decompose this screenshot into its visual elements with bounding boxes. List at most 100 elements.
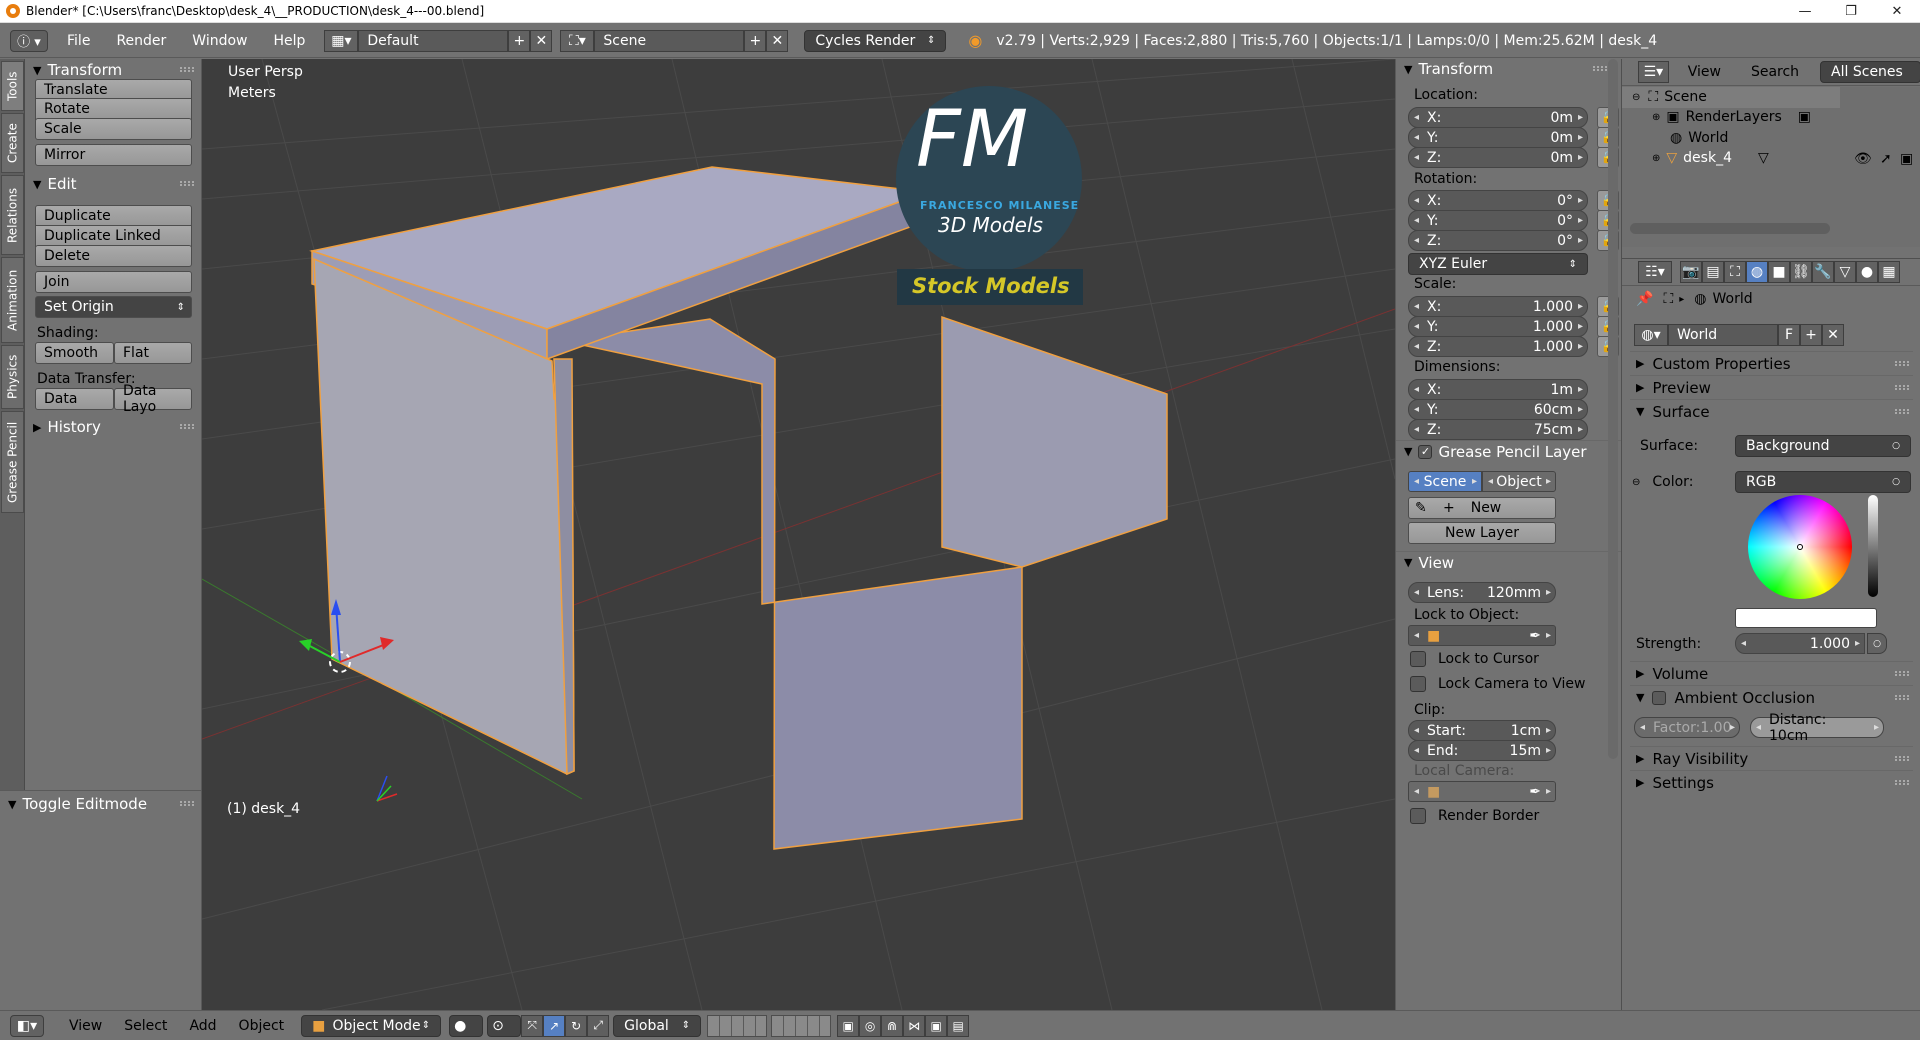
history-panel-header[interactable]: ▶ History xyxy=(25,416,202,438)
toggle-editmode-panel-header[interactable]: ▼ Toggle Editmode xyxy=(0,793,202,815)
add-scene-button[interactable]: + xyxy=(744,29,767,52)
scale-x-field[interactable]: X: 1.000 xyxy=(1408,296,1588,317)
strength-link-button[interactable]: ○ xyxy=(1867,633,1887,654)
lock-layers-button[interactable]: ▣ xyxy=(837,1014,860,1037)
local-camera-field[interactable]: ■✒ xyxy=(1408,781,1556,802)
drag-grip-icon[interactable] xyxy=(1895,409,1909,414)
material-tab-icon[interactable]: ● xyxy=(1856,261,1878,283)
menu-help[interactable]: Help xyxy=(260,33,318,49)
maximize-button[interactable]: ❐ xyxy=(1828,0,1874,23)
settings-panel-header[interactable]: ▶ Settings xyxy=(1630,770,1913,794)
outliner-editor-type-button[interactable]: ☰▾ xyxy=(1638,61,1669,83)
menu-select[interactable]: Select xyxy=(113,1018,178,1034)
properties-editor-type-button[interactable]: ☷▾ xyxy=(1638,261,1672,283)
lock-camera-checkbox[interactable] xyxy=(1410,676,1426,692)
viewport-shading-select[interactable]: ● xyxy=(449,1014,484,1037)
editor-type-3dview-button[interactable]: ◧▾ xyxy=(10,1014,44,1037)
npanel-scrollbar[interactable] xyxy=(1608,59,1618,759)
data-transfer-button[interactable]: Data xyxy=(35,388,114,410)
location-x-field[interactable]: X: 0m xyxy=(1408,107,1588,128)
menu-view[interactable]: View xyxy=(58,1018,113,1034)
menu-window[interactable]: Window xyxy=(179,33,260,49)
layers-block-2[interactable] xyxy=(771,1014,832,1037)
menu-add[interactable]: Add xyxy=(178,1018,227,1034)
eyedropper-icon[interactable]: ✒ xyxy=(1529,784,1541,800)
rotation-x-field[interactable]: X: 0° xyxy=(1408,190,1588,211)
opengl-render-button[interactable]: ▣ xyxy=(925,1014,948,1037)
drag-grip-icon[interactable] xyxy=(180,801,194,806)
eyedropper-icon[interactable]: ✒ xyxy=(1529,628,1541,644)
clip-end-field[interactable]: End: 15m xyxy=(1408,740,1556,761)
gp-checkbox[interactable]: ✓ xyxy=(1418,444,1433,459)
surface-shader-select[interactable]: Background ○ xyxy=(1735,435,1911,457)
new-world-button[interactable]: + xyxy=(1800,324,1822,346)
tab-grease-pencil[interactable]: Grease Pencil xyxy=(1,411,24,513)
dimension-y-field[interactable]: Y: 60cm xyxy=(1408,399,1588,420)
snap-toggle[interactable]: ⋒ xyxy=(881,1014,904,1037)
close-button[interactable]: ✕ xyxy=(1874,0,1920,23)
ao-factor-field[interactable]: Factor:1.00 xyxy=(1634,717,1740,738)
drag-grip-icon[interactable] xyxy=(1895,385,1909,390)
rotate-manipulator-button[interactable]: ↻ xyxy=(565,1014,588,1037)
color-input-select[interactable]: RGB ○ xyxy=(1735,471,1911,493)
dimension-x-field[interactable]: X: 1m xyxy=(1408,379,1588,400)
dimension-z-field[interactable]: Z: 75cm xyxy=(1408,419,1588,440)
outliner-item-renderlayers[interactable]: ⊕ ▣ RenderLayers ▣ xyxy=(1652,109,1811,125)
world-browse-button[interactable]: ◍▾ xyxy=(1634,324,1668,346)
edit-panel-header[interactable]: ▼ Edit xyxy=(25,173,202,195)
proportional-edit-button[interactable]: ◎ xyxy=(859,1014,882,1037)
clip-start-field[interactable]: Start: 1cm xyxy=(1408,720,1556,741)
drag-grip-icon[interactable] xyxy=(1895,361,1909,366)
surface-panel-header[interactable]: ▼ Surface xyxy=(1630,399,1913,423)
smooth-shading-button[interactable]: Smooth xyxy=(35,342,114,364)
texture-tab-icon[interactable]: ▦ xyxy=(1878,261,1900,283)
constraints-tab-icon[interactable]: ⛓ xyxy=(1790,261,1812,283)
rotation-y-field[interactable]: Y: 0° xyxy=(1408,210,1588,231)
screen-layout-menu-button[interactable]: ▦▾ xyxy=(324,29,359,52)
drag-grip-icon[interactable] xyxy=(1895,671,1909,676)
color-wheel-picker[interactable] xyxy=(1797,544,1803,550)
pivot-point-select[interactable]: ⊙ xyxy=(487,1014,522,1037)
data-layout-button[interactable]: Data Layo xyxy=(114,383,192,415)
outliner-scrollbar[interactable] xyxy=(1630,223,1830,234)
scale-z-field[interactable]: Z: 1.000 xyxy=(1408,336,1588,357)
drag-grip-icon[interactable] xyxy=(1895,695,1909,700)
tab-physics[interactable]: Physics xyxy=(1,345,24,409)
location-y-field[interactable]: Y: 0m xyxy=(1408,127,1588,148)
menu-render[interactable]: Render xyxy=(103,33,179,49)
transform-panel-header[interactable]: ▼ Transform xyxy=(25,59,202,81)
renderable-camera-icon[interactable]: ▣ xyxy=(1900,151,1913,167)
drag-grip-icon[interactable] xyxy=(1895,756,1909,761)
drag-grip-icon[interactable] xyxy=(180,181,194,186)
duplicate-linked-button[interactable]: Duplicate Linked xyxy=(35,225,192,247)
transform-panel-header[interactable]: ▼ Transform xyxy=(1396,58,1621,80)
menu-file[interactable]: File xyxy=(54,33,103,49)
duplicate-button[interactable]: Duplicate xyxy=(35,205,192,227)
flat-shading-button[interactable]: Flat xyxy=(114,342,192,364)
color-wheel[interactable] xyxy=(1748,495,1852,599)
drag-grip-icon[interactable] xyxy=(180,67,194,72)
scene-field[interactable]: Scene xyxy=(594,29,745,52)
rotate-button[interactable]: Rotate xyxy=(35,98,192,120)
render-tab-icon[interactable]: 📷 xyxy=(1680,261,1702,283)
color-swatch[interactable] xyxy=(1735,608,1877,628)
opengl-animation-button[interactable]: ▤ xyxy=(947,1014,970,1037)
mode-select[interactable]: ■ Object Mode ⇕ xyxy=(301,1014,442,1037)
outliner-view-menu[interactable]: View xyxy=(1677,64,1732,80)
menu-object[interactable]: Object xyxy=(228,1018,296,1034)
unlink-world-button[interactable]: ✕ xyxy=(1822,324,1844,346)
outliner-item-scene[interactable]: ⊖ ⛶ Scene xyxy=(1632,89,1707,105)
object-tab-icon[interactable]: ■ xyxy=(1768,261,1790,283)
delete-scene-button[interactable]: ✕ xyxy=(766,29,789,52)
gp-new-layer-button[interactable]: New Layer xyxy=(1408,522,1556,544)
add-screen-button[interactable]: + xyxy=(508,29,531,52)
ray-visibility-panel-header[interactable]: ▶ Ray Visibility xyxy=(1630,746,1913,770)
outliner-search-menu[interactable]: Search xyxy=(1740,64,1810,80)
lock-object-field[interactable]: ■✒ xyxy=(1408,625,1556,646)
3d-viewport[interactable]: User Persp Meters (1) desk_4 FM FRANCESC… xyxy=(202,59,1395,1010)
world-name-field[interactable]: World xyxy=(1668,324,1778,346)
value-slider[interactable] xyxy=(1868,495,1878,597)
outliner-display-mode-select[interactable]: All Scenes xyxy=(1820,61,1920,83)
scene-menu-button[interactable]: ⛶▾ xyxy=(560,29,595,52)
scale-y-field[interactable]: Y: 1.000 xyxy=(1408,316,1588,337)
